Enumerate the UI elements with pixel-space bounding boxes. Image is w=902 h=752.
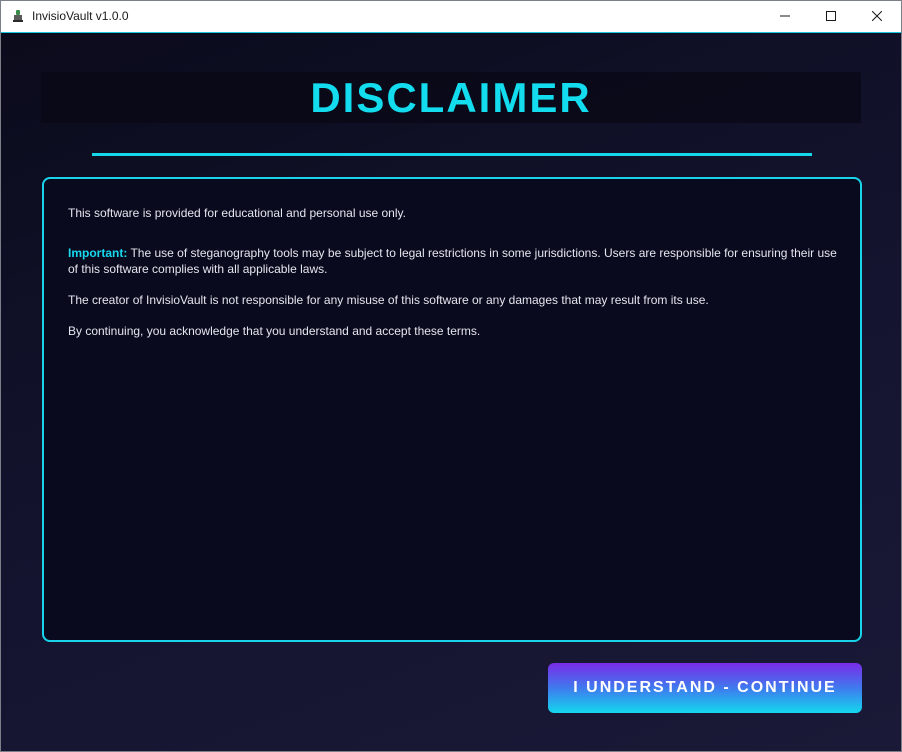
- disclaimer-dialog: DISCLAIMER This software is provided for…: [1, 32, 901, 751]
- page-title: DISCLAIMER: [310, 74, 592, 121]
- close-button[interactable]: [854, 1, 900, 32]
- maximize-icon: [826, 8, 836, 26]
- maximize-button[interactable]: [808, 1, 854, 32]
- important-text: The use of steganography tools may be su…: [68, 246, 837, 276]
- app-icon: [12, 9, 24, 23]
- title-bar[interactable]: InvisioVault v1.0.0: [1, 1, 901, 32]
- understand-continue-button[interactable]: I UNDERSTAND - CONTINUE: [548, 663, 862, 713]
- minimize-button[interactable]: [762, 1, 808, 32]
- app-window: InvisioVault v1.0.0 DISCLAIMER This soft…: [0, 0, 902, 752]
- disclaimer-paragraph-4: By continuing, you acknowledge that you …: [68, 324, 481, 338]
- disclaimer-text-panel[interactable]: This software is provided for educationa…: [42, 177, 862, 642]
- disclaimer-paragraph-2: Important: The use of steganography tool…: [68, 245, 838, 277]
- disclaimer-paragraph-1: This software is provided for educationa…: [68, 206, 406, 220]
- window-title: InvisioVault v1.0.0: [32, 9, 129, 23]
- important-label: Important:: [68, 246, 128, 260]
- heading-divider: [92, 153, 812, 156]
- close-icon: [871, 8, 883, 26]
- disclaimer-paragraph-3: The creator of InvisioVault is not respo…: [68, 293, 709, 307]
- minimize-icon: [780, 8, 790, 26]
